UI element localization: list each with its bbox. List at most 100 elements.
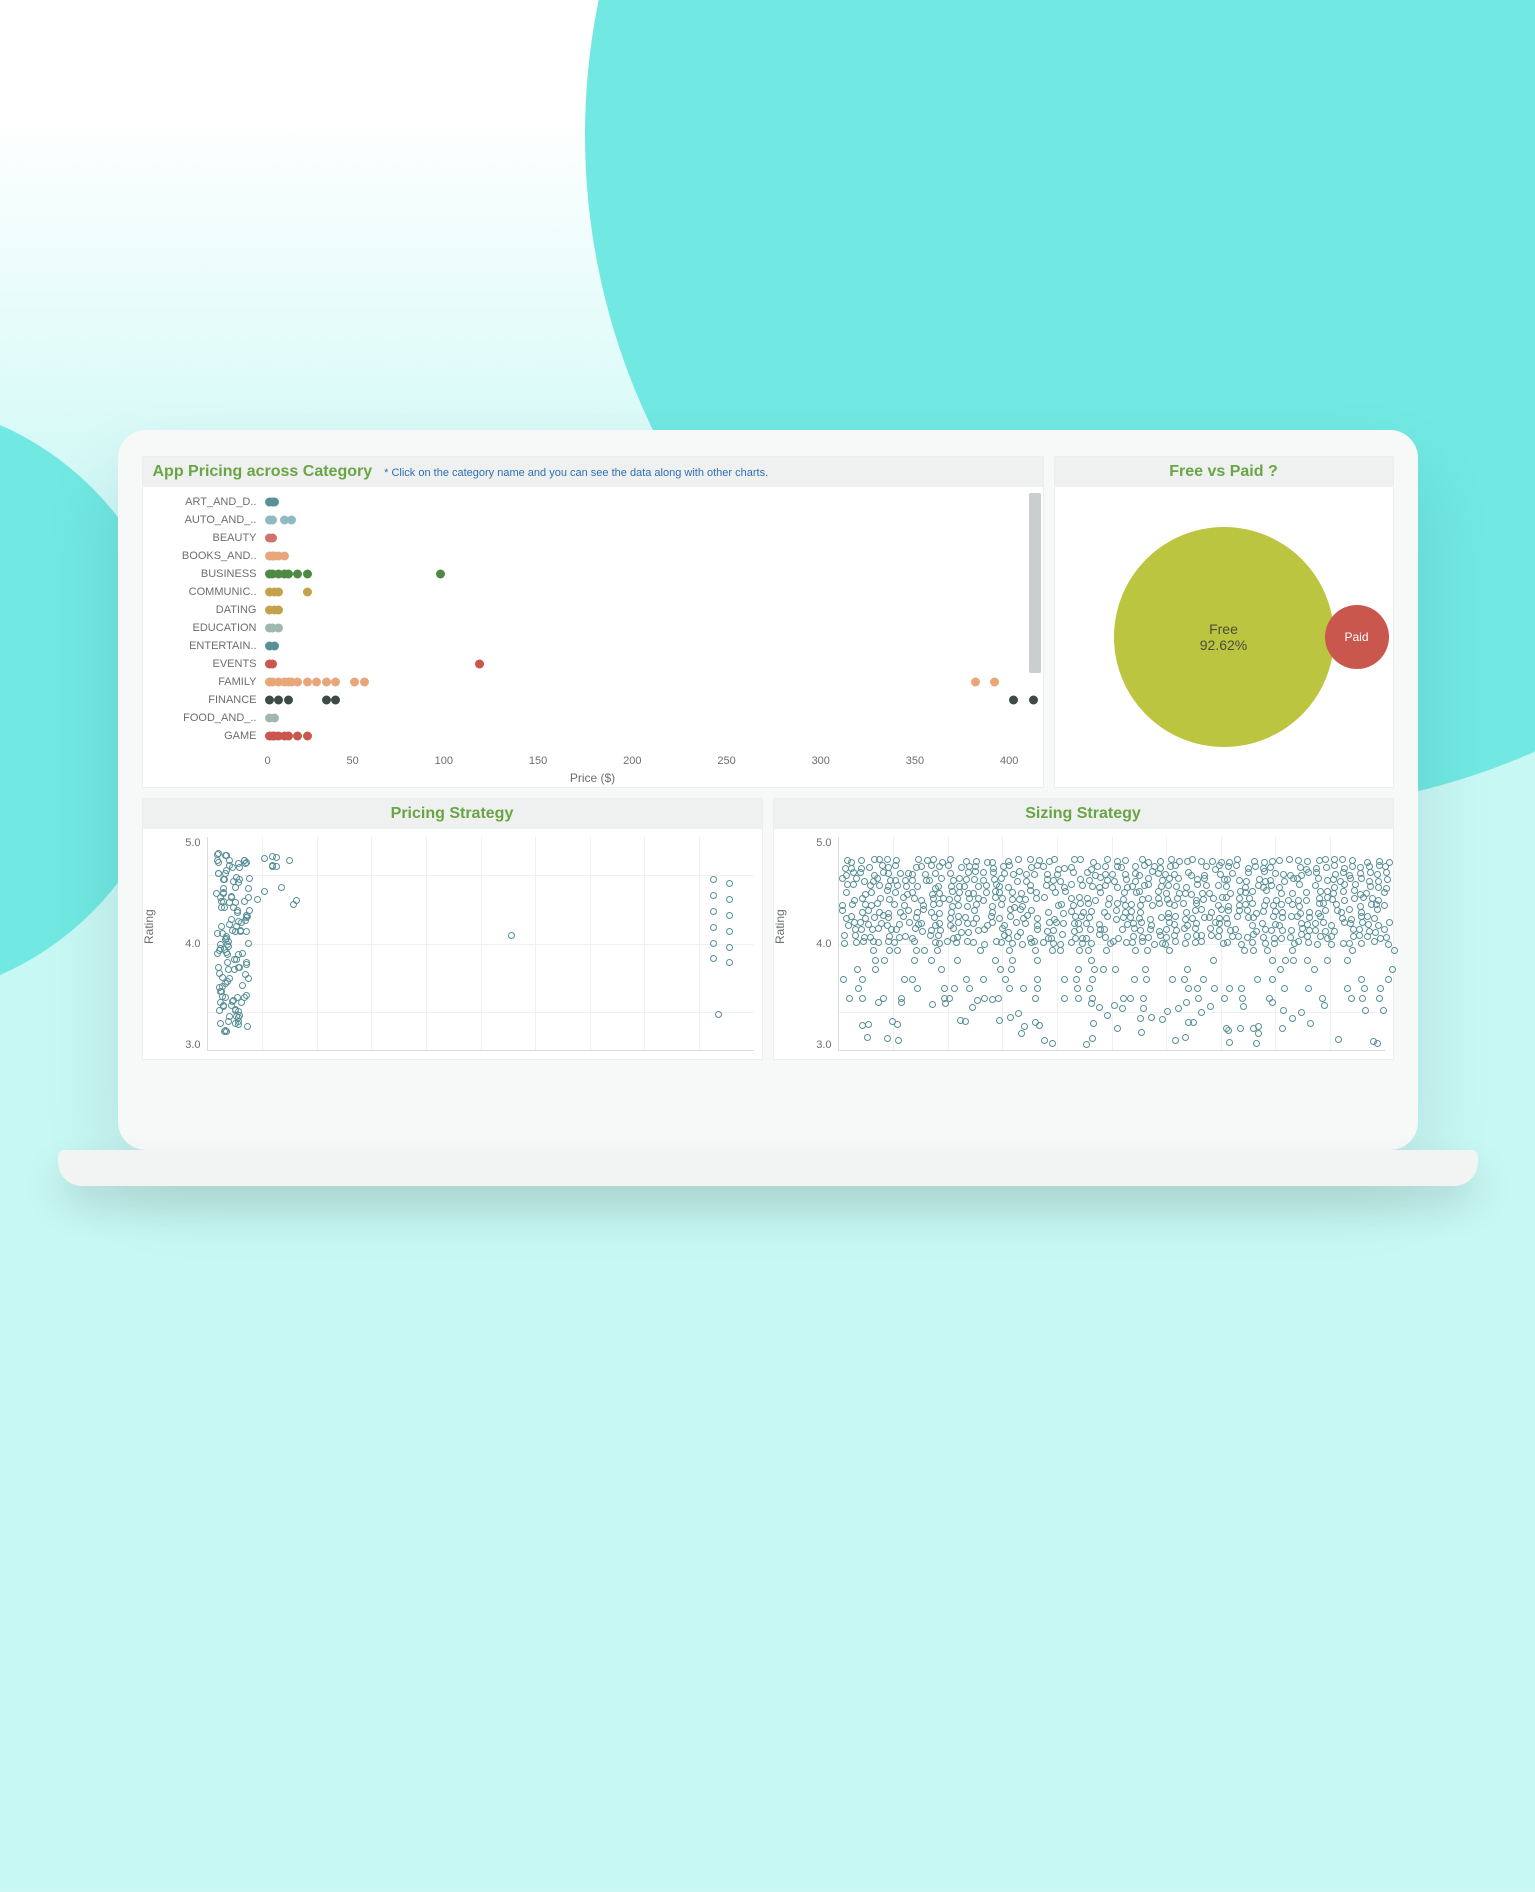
data-point[interactable] xyxy=(1319,995,1326,1002)
data-point[interactable] xyxy=(1356,926,1363,933)
data-point[interactable] xyxy=(1089,976,1096,983)
data-point[interactable] xyxy=(1226,859,1233,866)
data-point[interactable] xyxy=(350,678,359,687)
data-point[interactable] xyxy=(941,985,948,992)
data-point[interactable] xyxy=(215,850,222,857)
data-point[interactable] xyxy=(1269,999,1276,1006)
data-point[interactable] xyxy=(1278,935,1285,942)
data-point[interactable] xyxy=(1132,863,1139,870)
data-point[interactable] xyxy=(1057,947,1064,954)
data-point[interactable] xyxy=(966,985,973,992)
data-point[interactable] xyxy=(1009,696,1018,705)
data-point[interactable] xyxy=(947,856,954,863)
data-point[interactable] xyxy=(1188,872,1195,879)
data-point[interactable] xyxy=(1103,947,1110,954)
data-point[interactable] xyxy=(1157,858,1164,865)
data-point[interactable] xyxy=(293,732,302,741)
data-point[interactable] xyxy=(1045,909,1052,916)
data-point[interactable] xyxy=(841,932,848,939)
data-point[interactable] xyxy=(1005,935,1012,942)
data-point[interactable] xyxy=(243,961,250,968)
data-point[interactable] xyxy=(1234,913,1241,920)
data-point[interactable] xyxy=(970,890,977,897)
data-point[interactable] xyxy=(303,570,312,579)
data-point[interactable] xyxy=(246,907,253,914)
data-point[interactable] xyxy=(1145,859,1152,866)
data-point[interactable] xyxy=(243,928,250,935)
data-point[interactable] xyxy=(962,1018,969,1025)
data-point[interactable] xyxy=(1111,1002,1118,1009)
data-point[interactable] xyxy=(293,570,302,579)
data-point[interactable] xyxy=(961,883,968,890)
data-point[interactable] xyxy=(1349,857,1356,864)
data-point[interactable] xyxy=(1184,966,1191,973)
data-point[interactable] xyxy=(1198,1009,1205,1016)
data-point[interactable] xyxy=(1166,947,1173,954)
data-point[interactable] xyxy=(303,678,312,687)
data-point[interactable] xyxy=(1057,878,1064,885)
data-point[interactable] xyxy=(239,950,246,957)
data-point[interactable] xyxy=(1005,884,1012,891)
data-point[interactable] xyxy=(854,966,861,973)
data-point[interactable] xyxy=(1312,882,1319,889)
data-point[interactable] xyxy=(1389,966,1396,973)
data-point[interactable] xyxy=(1281,985,1288,992)
data-point[interactable] xyxy=(963,858,970,865)
data-point[interactable] xyxy=(1034,957,1041,964)
data-point[interactable] xyxy=(1278,901,1285,908)
data-point[interactable] xyxy=(1206,890,1213,897)
data-point[interactable] xyxy=(1253,928,1260,935)
data-point[interactable] xyxy=(1328,941,1335,948)
data-point[interactable] xyxy=(226,1013,233,1020)
data-point[interactable] xyxy=(1006,947,1013,954)
data-point[interactable] xyxy=(1226,1039,1233,1046)
data-point[interactable] xyxy=(1278,890,1285,897)
data-point[interactable] xyxy=(1132,878,1139,885)
data-point[interactable] xyxy=(948,883,955,890)
data-point[interactable] xyxy=(1322,907,1329,914)
data-point[interactable] xyxy=(1384,876,1391,883)
data-point[interactable] xyxy=(1041,1037,1048,1044)
data-point[interactable] xyxy=(1182,940,1189,947)
data-point[interactable] xyxy=(360,678,369,687)
chart-sizing-strategy[interactable]: Rating 5.04.03.0 xyxy=(774,829,1393,1059)
data-point[interactable] xyxy=(1330,890,1337,897)
data-point[interactable] xyxy=(1031,871,1038,878)
data-point[interactable] xyxy=(1349,863,1356,870)
data-point[interactable] xyxy=(1380,1007,1387,1014)
data-point[interactable] xyxy=(436,570,445,579)
data-point[interactable] xyxy=(1229,933,1236,940)
data-point[interactable] xyxy=(969,1004,976,1011)
data-point[interactable] xyxy=(1315,910,1322,917)
data-point[interactable] xyxy=(1255,1030,1262,1037)
data-point[interactable] xyxy=(866,864,873,871)
data-point[interactable] xyxy=(1155,895,1162,902)
data-point[interactable] xyxy=(1137,927,1144,934)
data-point[interactable] xyxy=(1173,927,1180,934)
data-point[interactable] xyxy=(1138,1029,1145,1036)
data-point[interactable] xyxy=(1200,976,1207,983)
data-point[interactable] xyxy=(1262,940,1269,947)
data-point[interactable] xyxy=(865,1021,872,1028)
data-point[interactable] xyxy=(1321,1002,1328,1009)
data-point[interactable] xyxy=(1112,966,1119,973)
data-point[interactable] xyxy=(1085,947,1092,954)
data-point[interactable] xyxy=(1111,878,1118,885)
data-point[interactable] xyxy=(1203,863,1210,870)
data-point[interactable] xyxy=(1163,926,1170,933)
data-point[interactable] xyxy=(726,896,733,903)
data-point[interactable] xyxy=(1151,941,1158,948)
data-point[interactable] xyxy=(1159,1016,1166,1023)
data-point[interactable] xyxy=(1172,1037,1179,1044)
data-point[interactable] xyxy=(1361,985,1368,992)
data-point[interactable] xyxy=(1223,915,1230,922)
data-point[interactable] xyxy=(1349,947,1356,954)
data-point[interactable] xyxy=(913,947,920,954)
data-point[interactable] xyxy=(220,885,227,892)
data-point[interactable] xyxy=(909,935,916,942)
chart-free-vs-paid[interactable]: Free 92.62% Paid xyxy=(1055,487,1393,787)
data-point[interactable] xyxy=(965,929,972,936)
data-point[interactable] xyxy=(1169,976,1176,983)
data-point[interactable] xyxy=(875,939,882,946)
data-point[interactable] xyxy=(1148,922,1155,929)
